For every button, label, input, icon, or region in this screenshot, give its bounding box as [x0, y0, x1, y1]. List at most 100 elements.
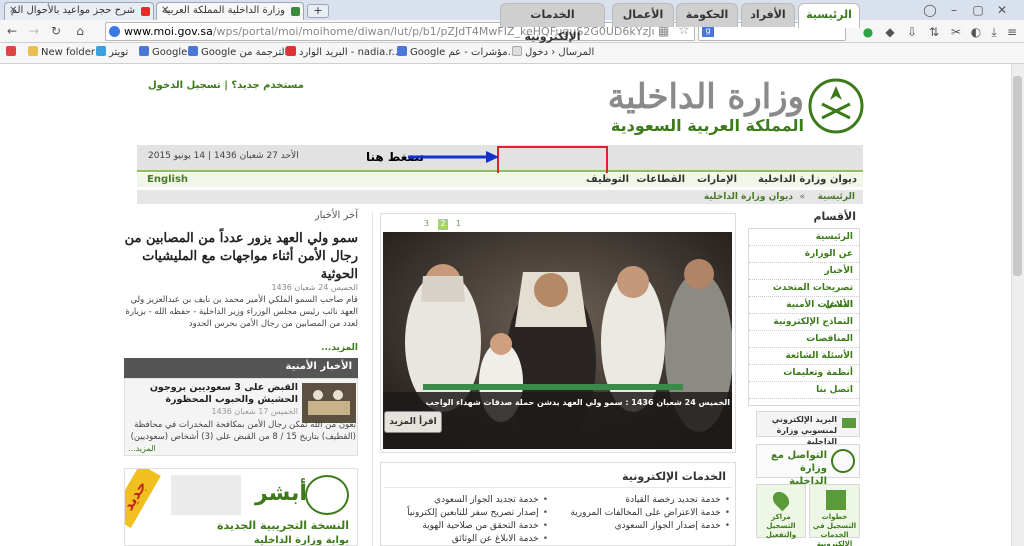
bookmark-google-trends[interactable]: Google مؤشرات - عم... — [397, 46, 517, 60]
current-date: الأحد 27 شعبان 1436 | 14 يونيو 2015 — [148, 151, 299, 161]
promo-text: النسخة التجريبية الجديدة — [217, 519, 349, 532]
sublink-jobs[interactable]: التوظيف — [586, 174, 629, 185]
bookmark-gmail[interactable]: البريد الوارد - nadia.r... — [286, 46, 401, 60]
home-icon[interactable]: ⌂ — [72, 23, 88, 39]
minimize-icon[interactable]: – — [946, 2, 962, 18]
registration-centers-banner[interactable]: مراكز التسجيل والتفعيل — [756, 484, 806, 539]
sidebar-item-home[interactable]: الرئيسية — [749, 229, 859, 246]
english-link[interactable]: English — [147, 174, 188, 185]
extension-icon[interactable]: ⇅ — [926, 24, 942, 40]
column-divider — [372, 212, 373, 546]
security-news-more-link[interactable]: المزيد... — [128, 444, 156, 453]
maximize-icon[interactable]: ▢ — [970, 2, 986, 18]
sublink-emirates[interactable]: الإمارات — [697, 174, 737, 185]
tab-title: وزارة الداخلية المملكة العربية — [162, 5, 285, 16]
security-news-date: الخميس 17 شعبان 1436 — [211, 407, 298, 416]
close-icon[interactable]: ✕ — [161, 3, 169, 19]
extension-icon[interactable]: ⇩ — [904, 24, 920, 40]
scrollbar-thumb[interactable] — [1013, 76, 1022, 276]
eservices-title: الخدمات الإلكترونية — [384, 466, 732, 488]
tab-home[interactable]: الرئيسية — [798, 3, 860, 28]
read-more-button[interactable]: اقرأ المزيد — [384, 411, 442, 433]
slider-page-2[interactable]: 2 — [438, 219, 448, 230]
extension-icon[interactable]: ◐ — [968, 24, 984, 40]
eservice-item[interactable]: خدمة التحقق من صلاحية الهوية — [386, 520, 548, 533]
sidebar-item-faq[interactable]: الأسئلة الشائعة — [749, 348, 859, 365]
eservice-item[interactable]: خدمة إصدار الجواز السعودي — [560, 520, 730, 533]
news-headline[interactable]: سمو ولي العهد يزور عدداً من المصابين من … — [124, 230, 358, 284]
promo-subtext: بوابة وزارة الداخلية — [253, 535, 349, 546]
extension-icon[interactable]: ◆ — [882, 24, 898, 40]
tab-government[interactable]: الحكومة — [676, 3, 738, 27]
bookmark-google[interactable]: Google — [139, 46, 187, 60]
sidebar-item-tenders[interactable]: المناقصات — [749, 331, 859, 348]
forward-icon[interactable]: → — [26, 23, 42, 39]
email-banner[interactable]: البريد الإلكتروني لمنسوبي وزارة الداخلية — [756, 411, 860, 446]
download-icon[interactable]: ⤓ — [986, 24, 1002, 40]
reload-icon[interactable]: ↻ — [48, 23, 64, 39]
bookmarks-bar: New folder تويتر Google Google الترجمة م… — [0, 43, 1024, 64]
sidebar-item-forms[interactable]: النماذج الإلكترونية — [749, 314, 859, 331]
google-icon — [397, 46, 407, 56]
breadcrumb-home[interactable]: الرئيسية — [818, 190, 855, 204]
eservice-item[interactable]: خدمة تجديد الجواز السعودي — [386, 494, 548, 507]
menu-icon[interactable]: ≡ — [1004, 24, 1020, 40]
sidebar-item-spokesman[interactable]: تصريحات المتحدث الأمني — [749, 280, 859, 310]
sidebar-item-contact[interactable]: اتصل بنا — [749, 382, 859, 399]
news-body: قام صاحب السمو الملكي الأمير محمد بن ناي… — [125, 295, 358, 329]
tab-youtube[interactable]: شرح حجز مواعيد بالأحوال الم ✕ — [4, 2, 154, 20]
url-domain: www.moi.gov.sa — [124, 25, 213, 38]
bookmark-mursal[interactable]: المرسال ‹ دخول — [512, 46, 594, 60]
slider-page-1[interactable]: 1 — [456, 219, 461, 228]
apps-icon[interactable] — [6, 46, 19, 60]
close-icon[interactable]: ✕ — [9, 3, 17, 19]
security-news-photo[interactable] — [302, 383, 356, 423]
tab-eservices[interactable]: الخدمات الإلكترونية — [500, 3, 605, 43]
eservice-item[interactable]: إصدار تصريح سفر للتابعين إلكترونياً — [386, 507, 548, 520]
logo-subtitle: المملكة العربية السعودية — [610, 116, 804, 135]
absher-watermark — [171, 475, 241, 515]
slider-caption[interactable]: الخميس 24 شعبان 1436 : سمو ولي العهد يدش… — [386, 398, 730, 412]
news-more-link[interactable]: المزيد... — [124, 343, 358, 353]
tab-business[interactable]: الأعمال — [612, 3, 674, 27]
sublink-sectors[interactable]: القطاعات — [636, 174, 685, 185]
sidebar-item-regulations[interactable]: أنظمة وتعليمات — [749, 365, 859, 382]
apps-grid-icon — [6, 46, 16, 56]
map-pin-icon — [769, 488, 793, 512]
security-news-header: الأخبار الأمنية — [124, 358, 358, 378]
sidebar-item-about[interactable]: عن الوزارة — [749, 246, 859, 263]
cut-icon[interactable]: ✂ — [948, 24, 964, 40]
moi-icon — [291, 7, 300, 16]
breadcrumb: الرئيسية » ديوان وزارة الداخلية — [137, 190, 863, 204]
twitter-icon — [96, 46, 106, 56]
sublink-diwan[interactable]: ديوان وزارة الداخلية — [758, 174, 857, 185]
eservice-item[interactable]: خدمة الابلاغ عن الوثائق — [386, 533, 548, 546]
news-date: الخميس 24 شعبان 1436 — [271, 283, 358, 292]
bookmark-translate[interactable]: Google الترجمة من — [188, 46, 287, 60]
eservice-item[interactable]: خدمة الاعتراض على المخالفات المرورية — [560, 507, 730, 520]
slider-caption-text: سمو ولي العهد يدشن حملة صدقات شهداء الوا… — [425, 398, 623, 407]
absher-banner[interactable]: جديد أبشر النسخة التجريبية الجديدة بوابة… — [124, 468, 358, 546]
slider-caption-date: الخميس 24 شعبان 1436 : — [625, 398, 730, 407]
registration-steps-banner[interactable]: خطوات التسجيل في الخدمات الإلكترونية — [809, 484, 860, 546]
close-window-icon[interactable]: ✕ — [994, 2, 1010, 18]
new-tab-button[interactable]: + — [307, 4, 329, 18]
chat-icon[interactable]: ◯ — [922, 2, 938, 18]
contact-banner[interactable]: التواصل مع وزارة الداخلية — [756, 444, 860, 487]
back-icon[interactable]: ← — [4, 23, 20, 39]
whatsapp-icon[interactable]: ● — [860, 24, 876, 40]
sidebar-item-security-reports[interactable]: البلاغات الأمنية — [749, 297, 859, 314]
tab-individuals[interactable]: الأفراد — [741, 3, 795, 27]
sidebar-item-news[interactable]: الأخبار — [749, 263, 859, 280]
bookmark-twitter[interactable]: تويتر — [96, 46, 128, 60]
eservice-item[interactable]: خدمة تجديد رخصة القيادة — [560, 494, 730, 507]
logo-title: وزارة الداخلية — [607, 77, 804, 117]
bookmark-new-folder[interactable]: New folder — [28, 46, 95, 60]
slider-page-3[interactable]: 3 — [424, 219, 429, 228]
tab-moi[interactable]: وزارة الداخلية المملكة العربية ✕ — [156, 2, 304, 20]
security-news-headline[interactable]: القبض على 3 سعوديين بروجون الحشيش والحبو… — [128, 382, 298, 406]
breadcrumb-current[interactable]: ديوان وزارة الداخلية — [704, 190, 793, 204]
user-links[interactable]: مستخدم جديد؟ | تسجيل الدخول — [148, 80, 304, 91]
highlight-box — [497, 146, 608, 175]
address-bar[interactable]: www.moi.gov.sa/wps/portal/moi/moihome/di… — [105, 22, 695, 41]
